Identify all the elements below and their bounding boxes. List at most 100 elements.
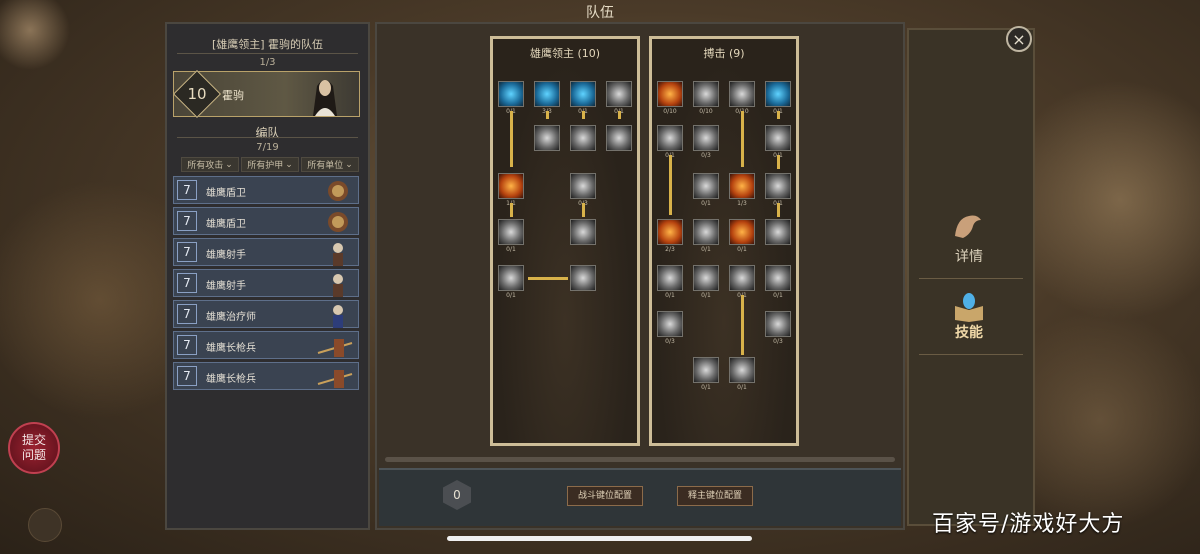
skill-node[interactable]: 0/1 (729, 219, 755, 253)
filter-unit-dropdown[interactable]: 所有单位 ⌄ (301, 157, 359, 172)
unit-list: 7 雄鹰盾卫 7 雄鹰盾卫 7 雄鹰射手 7 雄鹰射手 7 雄鹰治疗师 7 雄鹰长枪兵 7雄… (173, 176, 359, 393)
shield-guard-icon (328, 212, 348, 232)
skill-node[interactable]: 0/1 (729, 357, 755, 391)
skill-tree-combat: 搏击 (9) 0/10 0/10 0/10 0/1 0/1 0/3 0/1 0/… (649, 36, 799, 446)
skill-book-icon (955, 293, 983, 322)
archer-icon (333, 243, 343, 266)
background-circle-icon (28, 508, 62, 542)
skill-node[interactable]: 0/10 (729, 81, 755, 115)
skill-node[interactable]: 0/1 (693, 357, 719, 391)
unit-name: 雄鹰盾卫 (206, 188, 246, 199)
tree-connector (777, 155, 780, 169)
skill-node[interactable]: 0/10 (657, 81, 683, 115)
healer-icon (333, 305, 343, 328)
skill-node[interactable] (570, 125, 596, 151)
skill-node[interactable] (570, 219, 596, 245)
skill-node[interactable]: 0/3 (693, 125, 719, 159)
hero-name: 霍驹 (222, 89, 244, 102)
tree-connector (741, 111, 744, 167)
skill-node[interactable]: 0/3 (657, 311, 683, 345)
skill-node[interactable]: 0/1 (693, 173, 719, 207)
tree-connector (669, 155, 672, 215)
unit-row[interactable]: 7 雄鹰盾卫 (173, 176, 359, 204)
close-button[interactable]: × (1006, 26, 1032, 52)
divider (919, 278, 1023, 279)
skills-tab[interactable]: 技能 (939, 322, 999, 342)
skill-node[interactable]: 0/1 (657, 265, 683, 299)
skill-node[interactable]: 0/1 (498, 219, 524, 253)
team-panel: [雄鹰领主] 霍驹的队伍 1/3 10 霍驹 编队 7/19 所有攻击 ⌄ 所有护… (165, 22, 370, 530)
unit-name: 雄鹰治疗师 (206, 312, 256, 323)
skill-node[interactable]: 0/3 (765, 311, 791, 345)
arm-strength-icon (955, 215, 981, 238)
unit-name: 雄鹰长枪兵 (206, 343, 256, 354)
skill-points-badge: 0 (443, 480, 471, 510)
unit-row[interactable]: 7 雄鹰盾卫 (173, 207, 359, 235)
unit-row[interactable]: 7 雄鹰长枪兵 (173, 362, 359, 390)
unit-row[interactable]: 7 雄鹰射手 (173, 238, 359, 266)
unit-level: 7 (177, 366, 197, 386)
unit-name: 雄鹰盾卫 (206, 219, 246, 230)
tree-connector (777, 111, 780, 119)
skill-node[interactable]: 0/10 (693, 81, 719, 115)
tree-connector (546, 111, 549, 119)
tree-connector (618, 111, 621, 119)
chevron-down-icon: ⌄ (225, 159, 233, 170)
shield-guard-icon (328, 181, 348, 201)
skill-node[interactable]: 1/3 (729, 173, 755, 207)
skill-node[interactable]: 0/1 (765, 125, 791, 159)
tree-connector (741, 295, 744, 355)
unit-row[interactable]: 7 雄鹰治疗师 (173, 300, 359, 328)
unit-level: 7 (177, 180, 197, 200)
watermark: 百家号/游戏好大方 (932, 512, 1125, 537)
skill-node[interactable]: 0/1 (729, 265, 755, 299)
bottom-bar: 0 战斗键位配置 释主键位配置 (379, 468, 901, 526)
skill-node[interactable] (570, 265, 596, 291)
divider (177, 53, 358, 54)
skill-node[interactable]: 0/1 (693, 265, 719, 299)
skill-node[interactable]: 0/1 (570, 81, 596, 115)
tree-title: 雄鹰领主 (10) (529, 47, 601, 60)
unit-name: 雄鹰射手 (206, 250, 246, 261)
skill-node[interactable]: 0/1 (693, 219, 719, 253)
tree-connector (582, 203, 585, 217)
report-issue-button[interactable]: 提交 问题 (8, 422, 60, 474)
skill-node[interactable]: 0/1 (765, 81, 791, 115)
skill-node[interactable]: 0/1 (498, 265, 524, 299)
skill-node[interactable]: 0/1 (606, 81, 632, 115)
skill-tree-panel: 雄鹰领主 (10) 0/1 3/3 0/1 0/1 1/1 0/3 0/1 0/… (375, 22, 905, 530)
filter-attack-dropdown[interactable]: 所有攻击 ⌄ (181, 157, 239, 172)
skill-node[interactable] (606, 125, 632, 151)
trait-key-config-button[interactable]: 释主键位配置 (677, 486, 754, 506)
skill-node[interactable]: 0/3 (570, 173, 596, 207)
details-tab[interactable]: 详情 (939, 246, 999, 266)
skill-node[interactable]: 1/1 (498, 173, 524, 207)
unit-row[interactable]: 7 雄鹰长枪兵 (173, 331, 359, 359)
tree-title: 搏击 (9) (703, 47, 745, 60)
divider (177, 137, 358, 138)
side-menu: 详情 技能 (907, 28, 1035, 526)
skill-node[interactable] (534, 125, 560, 151)
skill-node[interactable]: 0/1 (765, 173, 791, 207)
unit-level: 7 (177, 335, 197, 355)
tree-connector (510, 203, 513, 217)
tree-connector (510, 111, 513, 167)
window-title: 队伍 (586, 5, 614, 21)
filter-armor-dropdown[interactable]: 所有护甲 ⌄ (241, 157, 299, 172)
skill-node[interactable]: 2/3 (657, 219, 683, 253)
skill-node[interactable] (765, 219, 791, 245)
unit-level: 7 (177, 242, 197, 262)
skill-node[interactable]: 0/1 (765, 265, 791, 299)
skill-node[interactable]: 0/1 (498, 81, 524, 115)
skill-node[interactable]: 3/3 (534, 81, 560, 115)
hero-card[interactable]: 10 霍驹 (172, 69, 360, 119)
tree-connector (582, 111, 585, 119)
combat-key-config-button[interactable]: 战斗键位配置 (567, 486, 644, 506)
formation-label: 编队 (255, 126, 280, 140)
skill-node[interactable]: 0/1 (657, 125, 683, 159)
horizontal-scrollbar[interactable] (385, 457, 895, 462)
unit-name: 雄鹰长枪兵 (206, 374, 256, 385)
spearman-icon (317, 339, 353, 357)
archer-icon (333, 274, 343, 297)
unit-row[interactable]: 7 雄鹰射手 (173, 269, 359, 297)
